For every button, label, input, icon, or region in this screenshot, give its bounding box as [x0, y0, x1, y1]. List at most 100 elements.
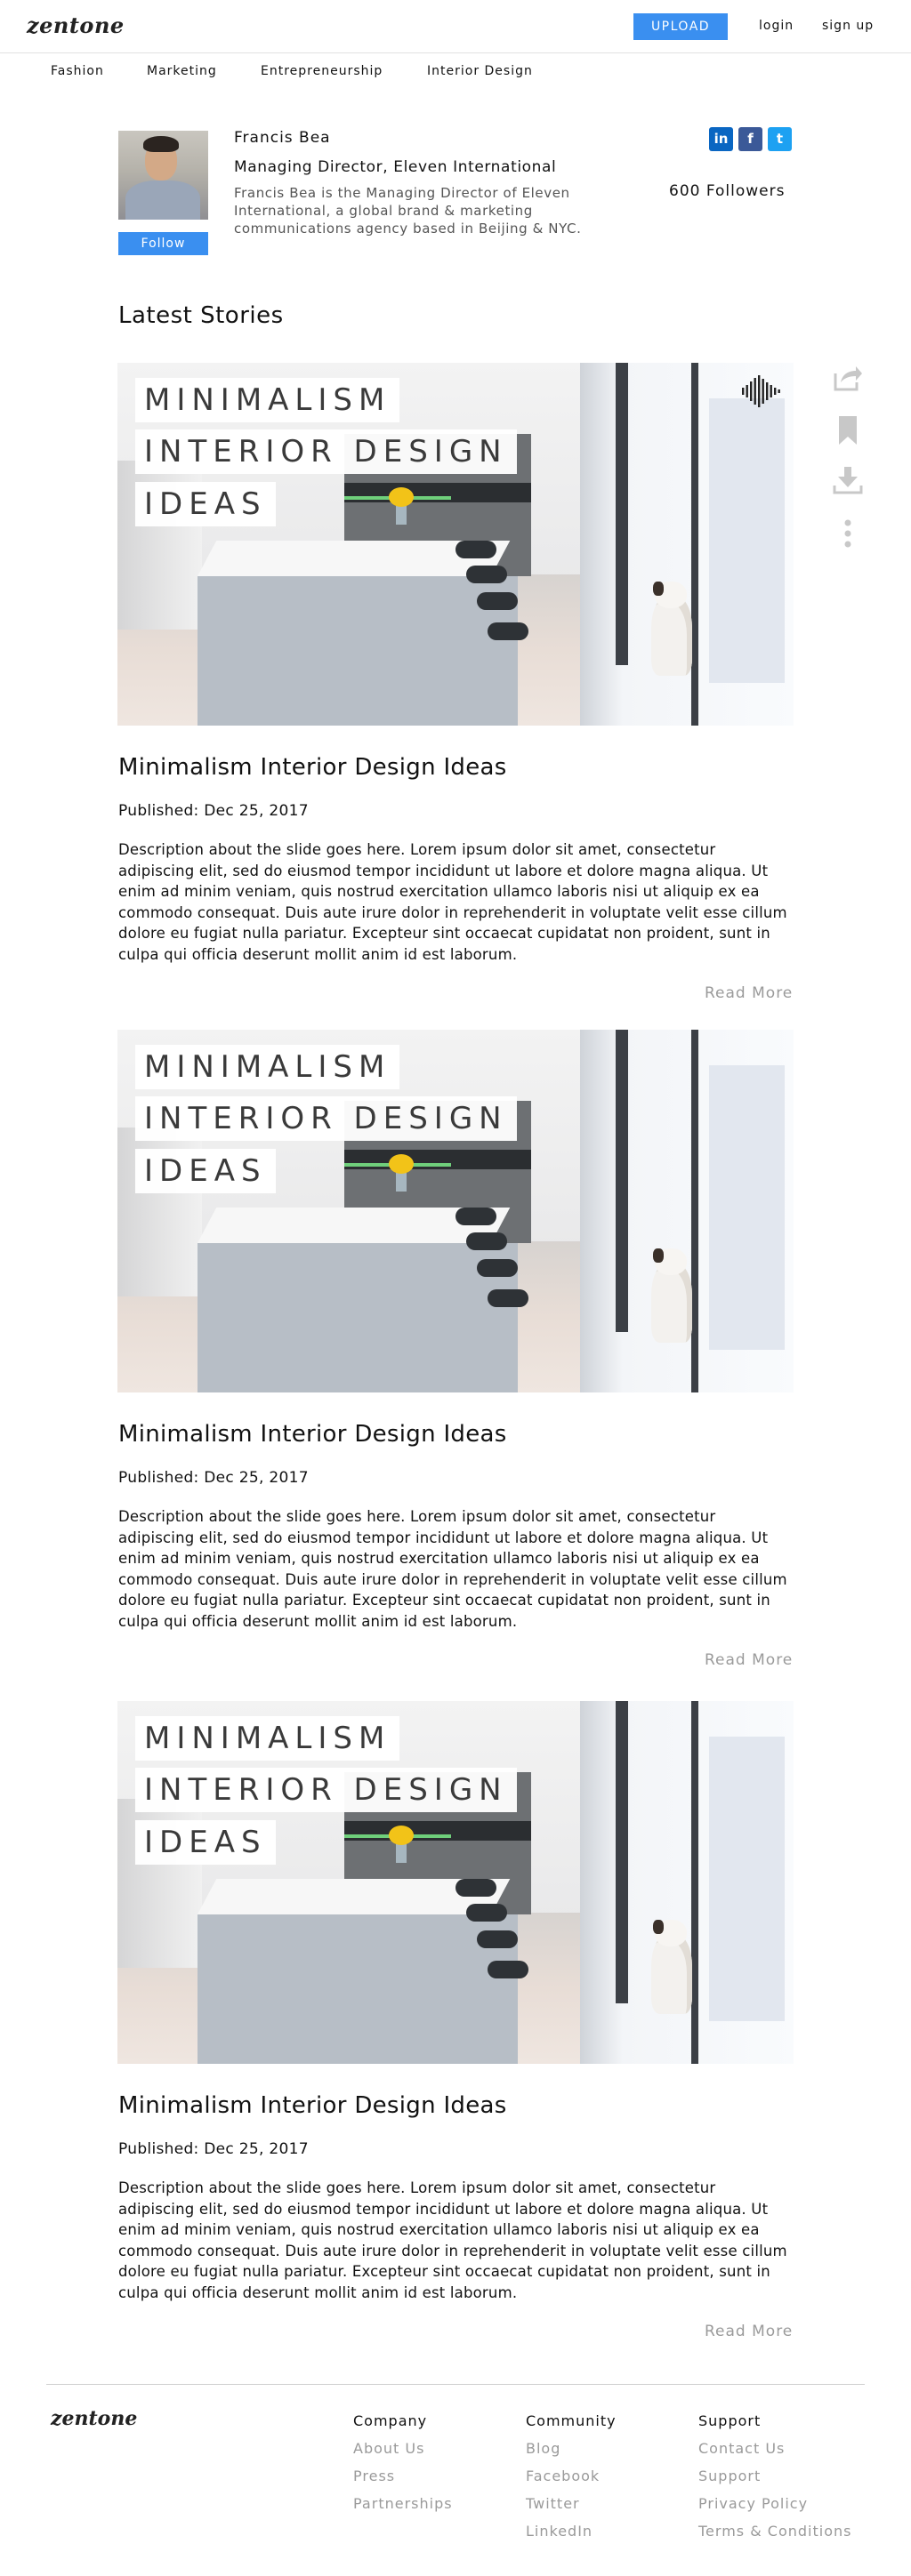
image-title-line: INTERIOR DESIGN — [135, 1096, 517, 1141]
scene-vase — [396, 1172, 407, 1192]
read-more-link[interactable]: Read More — [705, 2323, 793, 2340]
story-image[interactable]: MINIMALISM INTERIOR DESIGN IDEAS — [117, 1030, 794, 1392]
signup-link[interactable]: sign up — [822, 19, 874, 33]
story-published-date: Published: Dec 25, 2017 — [118, 1469, 309, 1487]
scene-dog-ear — [653, 1248, 664, 1263]
footer-logo[interactable]: zentone — [51, 2407, 137, 2430]
author-name[interactable]: Francis Bea — [234, 129, 331, 147]
footer-link[interactable]: Facebook — [526, 2468, 617, 2495]
story-image[interactable]: MINIMALISM INTERIOR DESIGN IDEAS — [117, 363, 794, 726]
download-icon[interactable] — [832, 464, 864, 496]
scene-stool — [466, 1904, 507, 1922]
scene-counter — [198, 1243, 518, 1392]
site-logo[interactable]: zentone — [27, 12, 125, 38]
scene-dog-ear — [653, 582, 664, 596]
bookmark-icon[interactable] — [832, 414, 864, 446]
footer-link[interactable]: LinkedIn — [526, 2523, 617, 2550]
footer-link[interactable]: Partnerships — [353, 2495, 453, 2523]
footer-column-community: Community Blog Facebook Twitter LinkedIn — [526, 2412, 617, 2550]
footer-link[interactable]: Privacy Policy — [698, 2495, 851, 2523]
scene-pillar — [616, 1030, 628, 1332]
image-title-line: INTERIOR DESIGN — [135, 1768, 517, 1812]
image-title-line: MINIMALISM — [135, 1045, 400, 1089]
scene-counter — [198, 576, 518, 726]
scene-counter — [198, 1914, 518, 2064]
story-title[interactable]: Minimalism Interior Design Ideas — [118, 2092, 507, 2119]
footer-link[interactable]: Support — [698, 2468, 851, 2495]
story-description: Description about the slide goes here. L… — [118, 2179, 787, 2301]
scene-vase — [396, 1843, 407, 1863]
footer-heading: Company — [353, 2412, 428, 2429]
scene-stool — [456, 1208, 496, 1225]
scene-flowers — [389, 487, 414, 507]
avatar-hair — [143, 136, 179, 152]
story-description: Description about the slide goes here. L… — [118, 841, 787, 963]
footer-heading: Community — [526, 2412, 617, 2429]
scene-flowers — [389, 1826, 414, 1845]
scene-pillar — [691, 363, 698, 726]
login-link[interactable]: login — [759, 19, 794, 33]
scene-curtain — [709, 1737, 785, 2021]
scene-stool — [477, 592, 518, 610]
image-title-line: IDEAS — [135, 1820, 276, 1865]
footer-link[interactable]: About Us — [353, 2440, 453, 2468]
read-more-link[interactable]: Read More — [705, 1651, 793, 1669]
footer-divider — [46, 2384, 865, 2385]
story-published-date: Published: Dec 25, 2017 — [118, 2140, 309, 2158]
footer-link[interactable]: Contact Us — [698, 2440, 851, 2468]
footer-link[interactable]: Press — [353, 2468, 453, 2495]
footer-column-company: Company About Us Press Partnerships — [353, 2412, 453, 2523]
scene-flowers — [389, 1154, 414, 1174]
story-title[interactable]: Minimalism Interior Design Ideas — [118, 754, 507, 781]
audio-waveform-icon[interactable] — [740, 373, 783, 409]
story-title[interactable]: Minimalism Interior Design Ideas — [118, 1421, 507, 1448]
category-fashion[interactable]: Fashion — [51, 64, 104, 78]
share-icon[interactable] — [832, 361, 864, 393]
footer-link[interactable]: Twitter — [526, 2495, 617, 2523]
linkedin-icon[interactable]: in — [709, 127, 733, 151]
author-avatar[interactable] — [118, 131, 208, 220]
image-title-line: INTERIOR DESIGN — [135, 429, 517, 474]
footer-link[interactable]: Terms & Conditions — [698, 2523, 851, 2550]
scene-stool — [456, 541, 496, 558]
image-title-line: IDEAS — [135, 482, 276, 526]
category-interior-design[interactable]: Interior Design — [427, 64, 533, 78]
image-title-line: MINIMALISM — [135, 1716, 400, 1761]
story-image[interactable]: MINIMALISM INTERIOR DESIGN IDEAS — [117, 1701, 794, 2064]
footer-heading: Support — [698, 2412, 762, 2429]
image-title-line: IDEAS — [135, 1149, 276, 1193]
scene-stool — [488, 622, 528, 640]
section-title: Latest Stories — [118, 302, 284, 329]
scene-stool — [466, 1232, 507, 1250]
twitter-glyph: t — [776, 131, 784, 147]
scene-stool — [477, 1259, 518, 1277]
scene-curtain — [709, 1065, 785, 1350]
category-entrepreneurship[interactable]: Entrepreneurship — [261, 64, 383, 78]
scene-pillar — [616, 363, 628, 665]
image-title-line: MINIMALISM — [135, 378, 400, 422]
footer-link[interactable]: Blog — [526, 2440, 617, 2468]
avatar-body — [125, 181, 200, 220]
upload-button[interactable]: UPLOAD — [633, 13, 728, 40]
scene-stool — [466, 566, 507, 583]
author-title: Managing Director, Eleven International — [234, 158, 557, 176]
twitter-icon[interactable]: t — [768, 127, 792, 151]
story-description: Description about the slide goes here. L… — [118, 1508, 787, 1630]
scene-curtain — [709, 398, 785, 683]
author-bio: Francis Bea is the Managing Director of … — [234, 185, 582, 237]
category-marketing[interactable]: Marketing — [147, 64, 217, 78]
facebook-icon[interactable]: f — [738, 127, 762, 151]
scene-pillar — [691, 1701, 698, 2064]
scene-pillar — [691, 1030, 698, 1392]
scene-stool — [477, 1930, 518, 1948]
more-vertical-icon[interactable] — [832, 518, 864, 550]
read-more-link[interactable]: Read More — [705, 984, 793, 1002]
scene-stool — [488, 1961, 528, 1978]
followers-count: 600 Followers — [669, 182, 786, 200]
follow-button[interactable]: Follow — [118, 232, 208, 255]
scene-stool — [456, 1879, 496, 1897]
footer-column-support: Support Contact Us Support Privacy Polic… — [698, 2412, 851, 2550]
linkedin-glyph: in — [713, 131, 729, 147]
scene-pillar — [616, 1701, 628, 2003]
scene-dog-ear — [653, 1920, 664, 1934]
